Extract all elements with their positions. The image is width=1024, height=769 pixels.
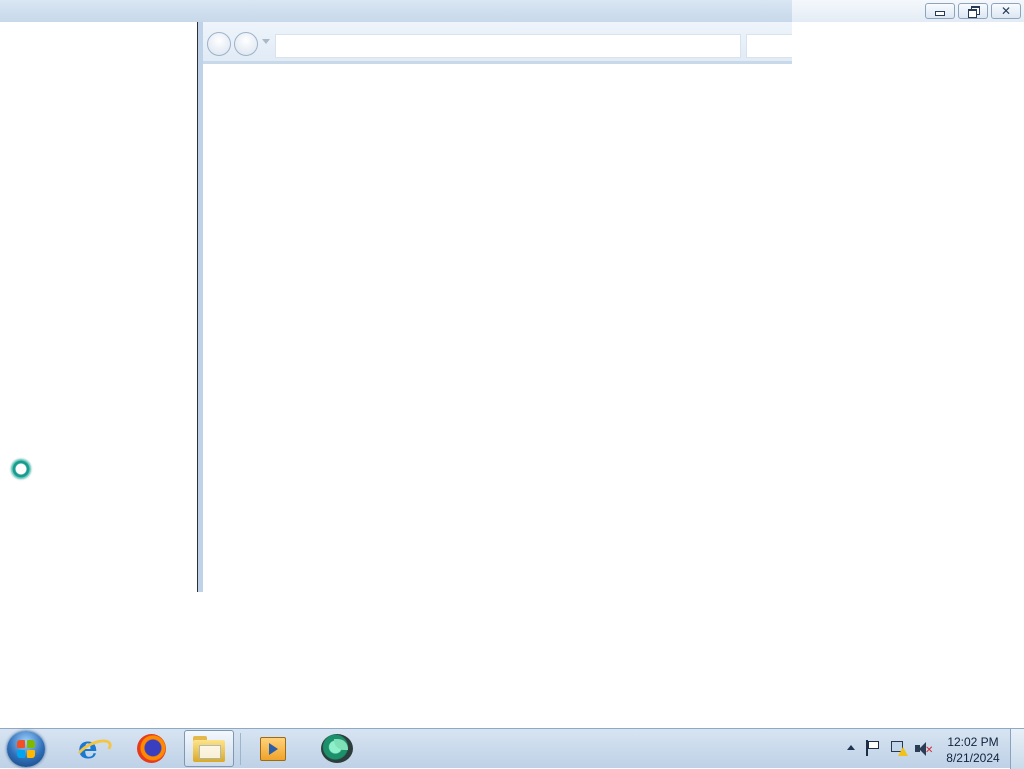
minimize-button[interactable]: [925, 3, 955, 19]
window-title-bar[interactable]: [0, 0, 792, 23]
taskbar-media-player[interactable]: [248, 730, 298, 767]
green-app-icon: [321, 734, 353, 763]
forward-button[interactable]: [234, 32, 258, 56]
taskbar-firefox[interactable]: [126, 730, 176, 767]
restore-button[interactable]: [958, 3, 988, 19]
show-desktop-button[interactable]: [1010, 729, 1024, 769]
busy-ring-icon: [11, 459, 31, 479]
tray-up-arrow-icon[interactable]: [847, 745, 855, 750]
taskbar-windows-explorer[interactable]: [184, 730, 234, 767]
taskbar-internet-explorer[interactable]: e: [66, 730, 116, 767]
desktop: ✕: [0, 0, 1024, 728]
taskbar-separator: [240, 733, 241, 765]
explorer-window: [198, 22, 792, 592]
action-center-flag-icon[interactable]: [866, 740, 880, 756]
back-button[interactable]: [207, 32, 231, 56]
clock-date: 8/21/2024: [946, 751, 1000, 765]
internet-explorer-icon: e: [72, 732, 116, 767]
taskbar-green-app[interactable]: [312, 730, 362, 767]
taskbar: e ✕ 12:02 PM 8/21/2024: [0, 728, 1024, 769]
clock-time: 12:02 PM: [947, 735, 999, 749]
windows-explorer-icon: [193, 735, 225, 762]
system-tray: ✕: [843, 729, 935, 769]
maximized-window-title-bar[interactable]: [792, 0, 1024, 22]
start-button[interactable]: [7, 731, 45, 767]
windows-start-icon: [17, 740, 35, 758]
close-button[interactable]: ✕: [991, 3, 1021, 19]
address-bar[interactable]: [275, 34, 741, 58]
minimize-icon: [935, 11, 945, 16]
volume-muted-icon[interactable]: ✕: [915, 742, 933, 756]
media-player-icon: [260, 736, 286, 761]
network-warning-icon[interactable]: [891, 741, 908, 757]
close-icon: ✕: [1000, 4, 1012, 18]
taskbar-clock[interactable]: 12:02 PM 8/21/2024: [944, 734, 1002, 766]
recent-pages-dropdown-icon[interactable]: [262, 39, 270, 44]
navigation-bar: [203, 22, 792, 64]
search-input[interactable]: [746, 34, 792, 58]
firefox-icon: [136, 734, 166, 763]
navigation-pane: [0, 22, 198, 592]
restore-icon: [967, 6, 980, 18]
